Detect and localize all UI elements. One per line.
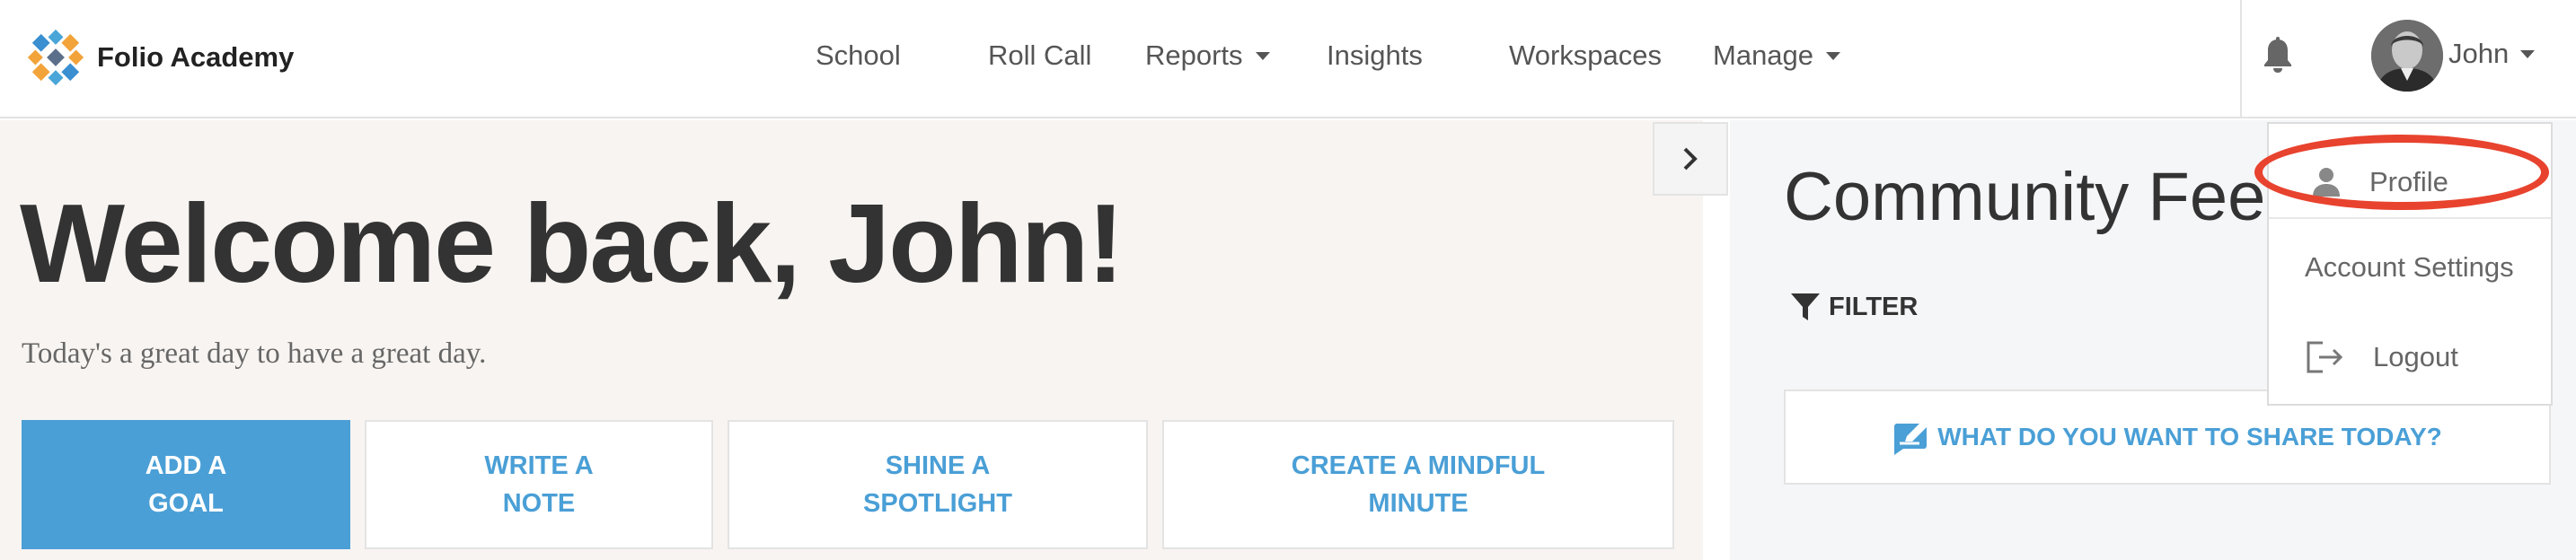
- user-photo-icon: [2371, 20, 2443, 92]
- nav-item-reports[interactable]: Reports: [1145, 34, 1270, 77]
- menu-item-label: Logout: [2373, 341, 2458, 372]
- bell-icon: [2264, 37, 2291, 73]
- top-navbar: Folio Academy School Roll Call Reports I…: [0, 0, 2576, 118]
- notifications-button[interactable]: [2260, 34, 2296, 77]
- user-name[interactable]: John: [2448, 32, 2509, 75]
- button-label-line2: GOAL: [148, 489, 224, 518]
- add-goal-button[interactable]: ADD A GOAL: [22, 420, 350, 549]
- chevron-down-icon[interactable]: [2520, 50, 2535, 58]
- share-prompt-label: WHAT DO YOU WANT TO SHARE TODAY?: [1937, 423, 2442, 451]
- filter-label: FILTER: [1829, 292, 1919, 321]
- nav-item-school[interactable]: School: [816, 34, 901, 77]
- nav-item-label: School: [816, 39, 901, 71]
- menu-item-profile[interactable]: Profile: [2269, 145, 2551, 219]
- user-dropdown-menu: Profile Account Settings Logout: [2267, 122, 2553, 406]
- collapse-feed-button[interactable]: [1653, 122, 1728, 196]
- nav-item-label: Insights: [1327, 39, 1423, 71]
- page-title: Welcome back, John!: [20, 182, 1125, 306]
- button-label-line1: CREATE A MINDFUL: [1291, 451, 1546, 480]
- nav-item-roll-call[interactable]: Roll Call: [988, 34, 1091, 77]
- nav-divider: [2240, 0, 2242, 118]
- avatar[interactable]: [2371, 20, 2443, 92]
- write-note-button[interactable]: WRITE A NOTE: [365, 420, 713, 549]
- menu-item-label: Account Settings: [2305, 251, 2514, 283]
- chevron-right-icon: [1683, 147, 1698, 171]
- create-mindful-minute-button[interactable]: CREATE A MINDFUL MINUTE: [1162, 420, 1674, 549]
- filter-icon: [1791, 293, 1820, 320]
- nav-item-label: Manage: [1713, 39, 1814, 71]
- menu-item-label: Profile: [2369, 166, 2448, 197]
- chevron-down-icon: [1826, 51, 1841, 60]
- button-label-line2: MINUTE: [1368, 489, 1469, 518]
- shine-spotlight-button[interactable]: SHINE A SPOTLIGHT: [728, 420, 1148, 549]
- nav-item-label: Reports: [1145, 39, 1243, 71]
- compose-icon: [1894, 420, 1929, 455]
- nav-item-insights[interactable]: Insights: [1327, 34, 1423, 77]
- nav-item-workspaces[interactable]: Workspaces: [1509, 34, 1662, 77]
- button-label-line1: ADD A: [145, 451, 227, 480]
- menu-item-account-settings[interactable]: Account Settings: [2269, 235, 2551, 300]
- button-label-line1: WRITE A: [484, 451, 594, 480]
- feed-title: Community Feed: [1784, 159, 2304, 235]
- folio-logo-icon: [27, 29, 84, 86]
- chevron-down-icon: [1255, 51, 1270, 60]
- button-label-line2: NOTE: [502, 489, 576, 518]
- menu-divider: [2269, 217, 2551, 219]
- filter-button[interactable]: FILTER: [1789, 289, 1918, 325]
- button-label-line1: SHINE A: [885, 451, 991, 480]
- nav-item-label: Roll Call: [988, 39, 1092, 71]
- nav-item-label: Workspaces: [1509, 39, 1662, 71]
- welcome-subtitle: Today's a great day to have a great day.: [22, 337, 487, 370]
- person-icon: [2313, 168, 2340, 197]
- logout-icon: [2307, 341, 2343, 373]
- nav-item-manage[interactable]: Manage: [1713, 34, 1841, 77]
- menu-item-logout[interactable]: Logout: [2269, 325, 2551, 389]
- brand-name: Folio Academy: [97, 41, 295, 73]
- button-label-line2: SPOTLIGHT: [863, 489, 1012, 518]
- brand-logo[interactable]: Folio Academy: [27, 29, 294, 86]
